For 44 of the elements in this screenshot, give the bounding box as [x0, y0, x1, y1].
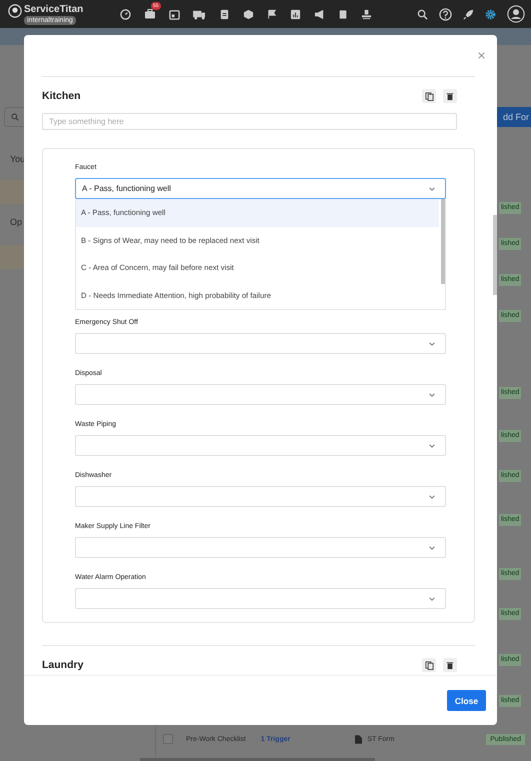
- briefcase-icon[interactable]: [144, 8, 156, 20]
- scrollbar[interactable]: [493, 215, 497, 295]
- avatar-icon[interactable]: [507, 5, 525, 23]
- megaphone-icon[interactable]: [314, 8, 325, 20]
- bar-chart-icon[interactable]: [290, 8, 301, 20]
- close-button[interactable]: Close: [447, 690, 486, 711]
- search-icon: [11, 113, 19, 121]
- dropdown-field[interactable]: [75, 435, 446, 456]
- input-field[interactable]: Type something here: [42, 113, 457, 130]
- logo-text[interactable]: ServiceTitan: [24, 4, 84, 16]
- copy-icon[interactable]: [422, 658, 436, 672]
- dropdown-field[interactable]: [75, 384, 446, 405]
- dropdown-field[interactable]: [75, 537, 446, 558]
- dropdown-field[interactable]: [75, 486, 446, 507]
- calendar-icon[interactable]: [169, 8, 180, 20]
- search-icon[interactable]: [417, 8, 428, 20]
- delete-icon[interactable]: [443, 89, 457, 103]
- document-icon: [355, 734, 362, 744]
- chevron-icon: [429, 494, 435, 498]
- chevron-icon: [429, 444, 435, 448]
- page-text: Op: [10, 217, 22, 227]
- settings-icon[interactable]: [485, 8, 496, 20]
- delete-icon[interactable]: [443, 658, 457, 672]
- gauge-icon[interactable]: [120, 8, 131, 20]
- chevron-icon: [429, 342, 435, 346]
- help-icon[interactable]: [439, 8, 452, 20]
- section-title: Laundry: [42, 659, 84, 671]
- scrollbar[interactable]: [441, 199, 445, 284]
- row-checkbox[interactable]: [163, 734, 173, 744]
- chevron-icon: [429, 392, 435, 396]
- dropdown-field[interactable]: A - Pass, functioning well: [75, 178, 446, 199]
- flag-icon[interactable]: [267, 8, 277, 20]
- section-title: Kitchen: [42, 90, 81, 102]
- chevron-icon: [429, 596, 435, 600]
- dropdown-field[interactable]: [75, 588, 446, 609]
- cube-icon[interactable]: [243, 8, 254, 20]
- stamp-icon[interactable]: [361, 8, 372, 20]
- chevron-icon: [429, 186, 435, 190]
- chevron-icon: [429, 546, 435, 550]
- dropdown-field[interactable]: [75, 333, 446, 354]
- clipboard-icon[interactable]: [219, 8, 230, 20]
- truck-icon[interactable]: [193, 8, 206, 20]
- copy-icon[interactable]: [422, 89, 436, 103]
- close-icon[interactable]: [476, 50, 487, 61]
